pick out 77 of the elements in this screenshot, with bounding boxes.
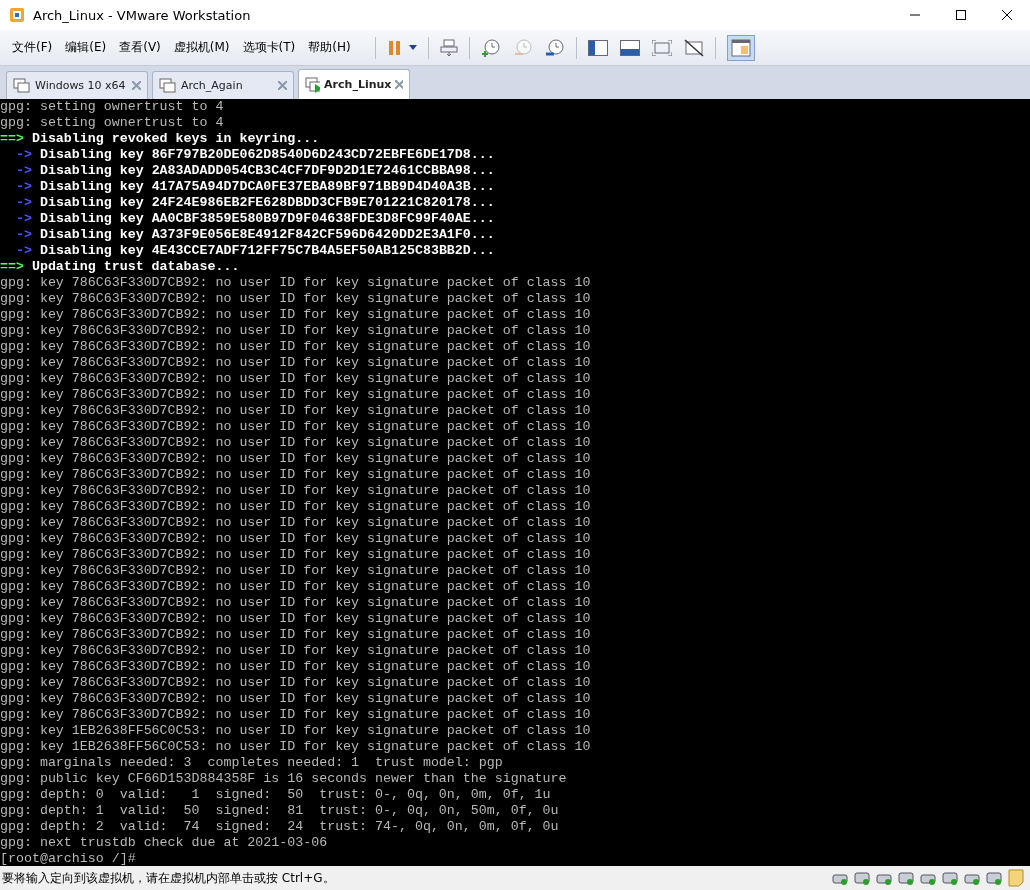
terminal-line: gpg: key 786C63F330D7CB92: no user ID for key signature packet of class 10: [0, 691, 592, 707]
library-view-icon[interactable]: [726, 34, 755, 61]
terminal-line: gpg: key 786C63F330D7CB92: no user ID for key signature packet of class 10: [0, 579, 592, 595]
terminal-line: gpg: key 786C63F330D7CB92: no user ID for key signature packet of class 10: [0, 675, 592, 691]
terminal-line: gpg: key 786C63F330D7CB92: no user ID for key signature packet of class 10: [0, 707, 592, 723]
terminal-line: gpg: key 786C63F330D7CB92: no user ID for key signature packet of class 10: [0, 387, 592, 403]
caret-icon[interactable]: [408, 45, 417, 50]
close-icon[interactable]: [1002, 10, 1012, 20]
terminal-line: gpg: key 786C63F330D7CB92: no user ID for key signature packet of class 10: [0, 419, 592, 435]
terminal-line: -> Disabling key 24F24E986EB2FE628DBDD3CFB9E701221C820178...: [14, 195, 496, 211]
fullscreen-icon[interactable]: [651, 39, 672, 56]
terminal-line: gpg: key 786C63F330D7CB92: no user ID for key signature packet of class 10: [0, 275, 592, 291]
terminal-line: gpg: key 786C63F330D7CB92: no user ID for key signature packet of class 10: [0, 323, 592, 339]
menu-item[interactable]: 虚拟机(M): [173, 39, 230, 56]
snapshot-manager-icon[interactable]: [544, 37, 565, 58]
terminal-line: gpg: setting ownertrust to 4: [0, 99, 225, 115]
window-title: Arch_Linux - VMware Workstation: [33, 7, 251, 23]
pause-icon[interactable]: [386, 39, 403, 56]
menu-item[interactable]: 查看(V): [119, 39, 161, 56]
tab[interactable]: Arch_Again: [152, 71, 294, 99]
console-view-icon[interactable]: [619, 39, 640, 56]
terminal-line: gpg: key 786C63F330D7CB92: no user ID for key signature packet of class 10: [0, 531, 592, 547]
terminal-line: gpg: key 1EB2638FF56C0C53: no user ID for key signature packet of class 10: [0, 739, 592, 755]
terminal-line: -> Disabling key A373F9E056E8E4912F842CF596D6420DD2E3A1F0...: [14, 227, 496, 243]
terminal-line: gpg: key 786C63F330D7CB92: no user ID for key signature packet of class 10: [0, 339, 592, 355]
sidebar-view-icon[interactable]: [587, 39, 608, 56]
menu-item[interactable]: 选项卡(T): [242, 39, 296, 56]
terminal-line: -> Disabling key 86F797B20DE062D8540D6D243CD72EBFE6DE17D8...: [14, 147, 496, 163]
terminal-line: gpg: depth: 1 valid: 50 signed: 81 trust: 0-, 0q, 0n, 50m, 0f, 0u: [0, 803, 560, 819]
terminal-line: gpg: key 786C63F330D7CB92: no user ID for key signature packet of class 10: [0, 515, 592, 531]
terminal-line: gpg: next trustdb check due at 2021-03-06: [0, 835, 329, 851]
terminal-line: gpg: key 786C63F330D7CB92: no user ID for key signature packet of class 10: [0, 547, 592, 563]
message-icon[interactable]: [1008, 869, 1024, 887]
terminal-line: gpg: depth: 0 valid: 1 signed: 50 trust: 0-, 0q, 0n, 0m, 0f, 1u: [0, 787, 552, 803]
terminal-line: gpg: key 1EB2638FF56C0C53: no user ID for key signature packet of class 10: [0, 723, 592, 739]
menu-item[interactable]: 文件(F): [12, 39, 53, 56]
vm-icon: [159, 77, 177, 94]
keyboard-send-icon[interactable]: [439, 38, 458, 57]
terminal-line: gpg: key 786C63F330D7CB92: no user ID for key signature packet of class 10: [0, 403, 592, 419]
terminal-line: -> Disabling key 417A75A94D7DCA0FE37EBA89BF971BB9D4D40A3B...: [14, 179, 496, 195]
terminal-line: gpg: key 786C63F330D7CB92: no user ID for key signature packet of class 10: [0, 467, 592, 483]
tab[interactable]: Windows 10 x64: [6, 71, 148, 99]
menu-item[interactable]: 编辑(E): [65, 39, 107, 56]
maximize-icon[interactable]: [956, 10, 966, 20]
app-icon: [9, 7, 25, 23]
terminal-line: gpg: key 786C63F330D7CB92: no user ID for key signature packet of class 10: [0, 627, 592, 643]
menu-item[interactable]: 帮助(H): [308, 39, 351, 56]
terminal-line: gpg: key 786C63F330D7CB92: no user ID for key signature packet of class 10: [0, 307, 592, 323]
vm-icon: [13, 77, 31, 94]
terminal-line: gpg: key 786C63F330D7CB92: no user ID for key signature packet of class 10: [0, 451, 592, 467]
terminal-line: ==> Disabling revoked keys in keyring...: [0, 131, 321, 147]
terminal-line: gpg: key 786C63F330D7CB92: no user ID for key signature packet of class 10: [0, 563, 592, 579]
terminal-line: -> Disabling key AA0CBF3859E580B97D9F04638FDE3D8FC99F40AE...: [14, 211, 496, 227]
terminal-line: gpg: marginals needed: 3 completes needed: 1 trust model: pgp: [0, 755, 504, 771]
terminal-line: gpg: key 786C63F330D7CB92: no user ID for key signature packet of class 10: [0, 371, 592, 387]
terminal-line: gpg: setting ownertrust to 4: [0, 115, 225, 131]
terminal-line: gpg: key 786C63F330D7CB92: no user ID for key signature packet of class 10: [0, 435, 592, 451]
terminal-line: gpg: key 786C63F330D7CB92: no user ID for key signature packet of class 10: [0, 659, 592, 675]
revert-snapshot-icon: [512, 37, 533, 58]
terminal-line: [root@archiso /]#: [0, 851, 137, 866]
terminal-line: -> Disabling key 4E43CCE7ADF712FF75C7B4A5EF50AB125C83BB2D...: [14, 243, 496, 259]
terminal-line: gpg: depth: 2 valid: 74 signed: 24 trust: 74-, 0q, 0n, 0m, 0f, 0u: [0, 819, 560, 835]
terminal-line: gpg: key 786C63F330D7CB92: no user ID for key signature packet of class 10: [0, 291, 592, 307]
terminal-line: gpg: key 786C63F330D7CB92: no user ID for key signature packet of class 10: [0, 483, 592, 499]
terminal-line: -> Disabling key 2A83ADADD054CB3C4CF7DF9D2D1E72461CCBBA98...: [14, 163, 496, 179]
vm-icon: [305, 76, 321, 93]
terminal-line: gpg: key 786C63F330D7CB92: no user ID for key signature packet of class 10: [0, 611, 592, 627]
terminal-line: gpg: key 786C63F330D7CB92: no user ID for key signature packet of class 10: [0, 499, 592, 515]
terminal-line: gpg: public key CF66D153D884358F is 16 seconds newer than the signature: [0, 771, 568, 787]
terminal-line: gpg: key 786C63F330D7CB92: no user ID for key signature packet of class 10: [0, 595, 592, 611]
terminal-line: gpg: key 786C63F330D7CB92: no user ID for key signature packet of class 10: [0, 643, 592, 659]
terminal-line: gpg: key 786C63F330D7CB92: no user ID for key signature packet of class 10: [0, 355, 592, 371]
terminal-line: ==> Updating trust database...: [0, 259, 241, 275]
unity-view-icon[interactable]: [683, 38, 704, 57]
snapshot-icon[interactable]: [480, 37, 501, 58]
tab[interactable]: Arch_Linux: [298, 69, 410, 99]
status-text: 要将输入定向到该虚拟机，请在虚拟机内部单击或按 Ctrl+G。: [2, 869, 335, 887]
